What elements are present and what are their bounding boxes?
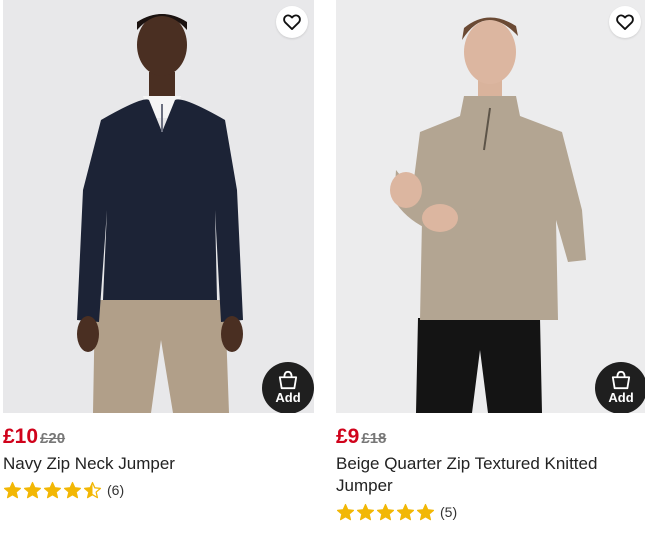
basket-icon — [278, 370, 298, 390]
star-full-icon — [396, 503, 415, 520]
add-label: Add — [608, 390, 634, 405]
rating: (6) — [3, 480, 314, 500]
product-image[interactable]: Add — [3, 0, 314, 413]
product-photo-beige-jumper — [336, 0, 645, 413]
wishlist-button[interactable] — [609, 6, 641, 38]
add-label: Add — [275, 390, 301, 405]
product-card[interactable]: Add £9 £18 Beige Quarter Zip Textured Kn… — [336, 0, 645, 522]
product-name[interactable]: Beige Quarter Zip Textured Knitted Jumpe… — [336, 453, 636, 497]
add-to-basket-button[interactable]: Add — [262, 362, 314, 413]
star-rating — [3, 481, 103, 500]
star-full-icon — [356, 503, 375, 520]
price-block: £10 £20 — [3, 425, 314, 451]
product-photo-navy-jumper — [3, 0, 314, 413]
sale-price: £10 — [3, 425, 39, 448]
price-block: £9 £18 — [336, 425, 645, 451]
heart-outline-icon — [616, 14, 634, 31]
star-rating — [336, 503, 436, 522]
star-full-icon — [376, 503, 395, 520]
wishlist-button[interactable] — [276, 6, 308, 38]
star-full-icon — [3, 481, 22, 498]
star-full-icon — [43, 481, 62, 498]
product-image[interactable]: Add — [336, 0, 645, 413]
star-half-icon — [83, 481, 102, 498]
product-name[interactable]: Navy Zip Neck Jumper — [3, 453, 303, 475]
review-count: (5) — [440, 504, 458, 520]
review-count: (6) — [107, 482, 125, 498]
product-card[interactable]: Add £10 £20 Navy Zip Neck Jumper (6) — [3, 0, 314, 500]
original-price: £20 — [40, 430, 66, 447]
basket-icon — [611, 370, 631, 390]
sale-price: £9 — [336, 425, 360, 448]
star-full-icon — [63, 481, 82, 498]
star-full-icon — [23, 481, 42, 498]
add-to-basket-button[interactable]: Add — [595, 362, 645, 413]
heart-outline-icon — [283, 14, 301, 31]
star-full-icon — [336, 503, 355, 520]
original-price: £18 — [361, 430, 387, 447]
star-full-icon — [416, 503, 435, 520]
rating: (5) — [336, 502, 645, 522]
